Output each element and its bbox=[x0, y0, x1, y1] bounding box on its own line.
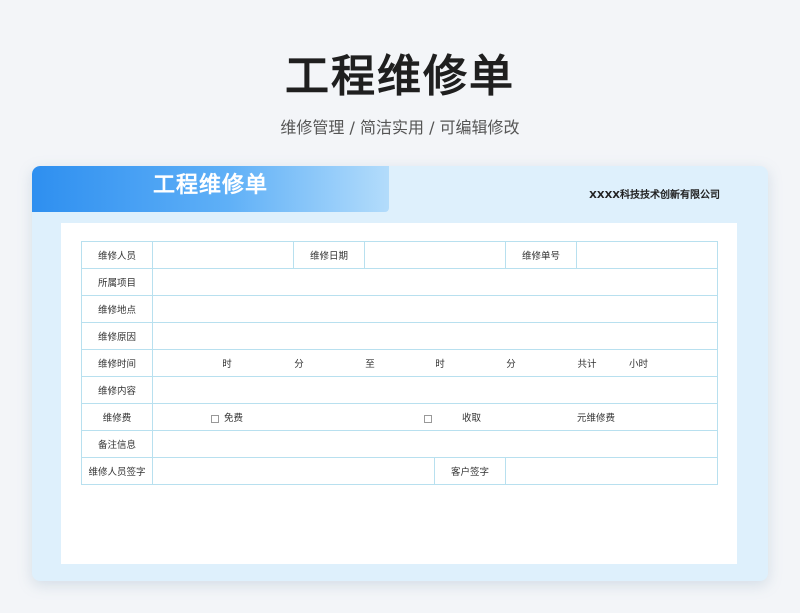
label-customer-sign: 客户签字 bbox=[434, 457, 506, 485]
row-project: 所属项目 bbox=[81, 268, 718, 296]
row-reason: 维修原因 bbox=[81, 322, 718, 350]
reason-input[interactable] bbox=[152, 322, 718, 350]
staff-sign-input[interactable] bbox=[152, 457, 435, 485]
time-minute-2: 分 bbox=[506, 359, 516, 370]
label-time: 维修时间 bbox=[81, 349, 153, 377]
label-content: 维修内容 bbox=[81, 376, 153, 404]
free-label: 免费 bbox=[224, 413, 244, 424]
time-to: 至 bbox=[365, 359, 375, 370]
project-input[interactable] bbox=[152, 268, 718, 296]
label-location: 维修地点 bbox=[81, 295, 153, 323]
label-project: 所属项目 bbox=[81, 268, 153, 296]
label-date: 维修日期 bbox=[293, 241, 365, 269]
label-order-no: 维修单号 bbox=[505, 241, 577, 269]
content-input[interactable] bbox=[152, 376, 718, 404]
order-no-input[interactable] bbox=[576, 241, 718, 269]
form-card: 工程维修单 XXXX科技技术创新有限公司 维修人员 维修日期 维修单号 所属项目… bbox=[32, 166, 768, 581]
banner-title: 工程维修单 bbox=[152, 173, 268, 198]
time-total: 共计 bbox=[577, 359, 597, 370]
page-subtitle: 维修管理 / 简洁实用 / 可编辑修改 bbox=[280, 118, 520, 137]
label-staff-sign: 维修人员签字 bbox=[81, 457, 153, 485]
row-content: 维修内容 bbox=[81, 376, 718, 404]
company-name: XXXX科技技术创新有限公司 bbox=[589, 190, 720, 201]
row-time: 维修时间 时 分 至 时 分 共计 小时 bbox=[81, 349, 718, 377]
repair-form-table: 维修人员 维修日期 维修单号 所属项目 维修地点 维修原因 维修时间 时 分 至… bbox=[81, 241, 718, 485]
time-hour-2: 时 bbox=[435, 359, 445, 370]
staff-input[interactable] bbox=[152, 241, 294, 269]
free-checkbox[interactable] bbox=[211, 414, 219, 423]
location-input[interactable] bbox=[152, 295, 718, 323]
time-hour-1: 时 bbox=[222, 359, 232, 370]
label-fee: 维修费 bbox=[81, 403, 153, 431]
row-fee: 维修费 免费 收取 元维修费 bbox=[81, 403, 718, 431]
time-minute-1: 分 bbox=[294, 359, 304, 370]
row-remark: 备注信息 bbox=[81, 430, 718, 458]
label-staff: 维修人员 bbox=[81, 241, 153, 269]
date-input[interactable] bbox=[364, 241, 506, 269]
label-remark: 备注信息 bbox=[81, 430, 153, 458]
row-location: 维修地点 bbox=[81, 295, 718, 323]
time-input[interactable]: 时 分 至 时 分 共计 小时 bbox=[152, 349, 718, 377]
customer-sign-input[interactable] bbox=[505, 457, 718, 485]
fee-unit: 元维修费 bbox=[577, 413, 616, 424]
label-reason: 维修原因 bbox=[81, 322, 153, 350]
charge-label: 收取 bbox=[462, 413, 482, 424]
time-hours: 小时 bbox=[629, 359, 649, 370]
row-staff: 维修人员 维修日期 维修单号 bbox=[81, 241, 718, 269]
form-sheet: 维修人员 维修日期 维修单号 所属项目 维修地点 维修原因 维修时间 时 分 至… bbox=[61, 223, 737, 564]
remark-input[interactable] bbox=[152, 430, 718, 458]
charge-checkbox[interactable] bbox=[424, 414, 432, 423]
page-title: 工程维修单 bbox=[285, 51, 515, 102]
row-signature: 维修人员签字 客户签字 bbox=[81, 457, 718, 485]
fee-options: 免费 收取 元维修费 bbox=[152, 403, 718, 431]
